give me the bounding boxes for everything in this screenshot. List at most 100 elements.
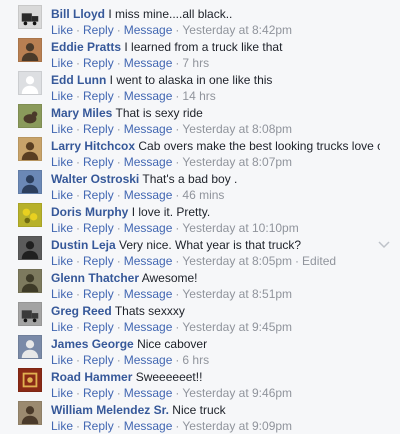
truck-photo-icon [21,13,39,26]
avatar[interactable] [18,38,42,62]
person-photo-icon [21,340,39,358]
reply-link[interactable]: Reply [83,386,114,400]
comment-author-link[interactable]: James George [51,337,134,351]
timestamp-link[interactable]: Yesterday at 8:42pm [182,23,292,37]
comment-actions: Like · Reply · Message · Yesterday at 8:08pm [51,122,380,136]
like-link[interactable]: Like [51,188,73,202]
like-link[interactable]: Like [51,155,73,169]
reply-link[interactable]: Reply [83,254,114,268]
avatar[interactable] [18,401,42,425]
separator: · [116,221,121,235]
like-link[interactable]: Like [51,287,73,301]
avatar[interactable] [18,236,42,260]
comment-actions: Like · Reply · Message · 7 hrs [51,56,380,70]
like-link[interactable]: Like [51,89,73,103]
comment-author-link[interactable]: Edd Lunn [51,73,106,87]
separator: · [76,221,81,235]
comment-author-link[interactable]: Walter Ostroski [51,172,139,186]
timestamp-link[interactable]: Yesterday at 9:46pm [182,386,292,400]
avatar[interactable] [18,269,42,293]
comment-options-button[interactable] [377,237,391,251]
avatar[interactable] [18,104,42,128]
chevron-down-icon [378,241,390,249]
comment-author-link[interactable]: Bill Lloyd [51,7,105,21]
like-link[interactable]: Like [51,419,73,433]
edited-label[interactable]: Edited [302,254,336,268]
separator: · [175,122,180,136]
message-link[interactable]: Message [124,419,173,433]
like-link[interactable]: Like [51,353,73,367]
message-link[interactable]: Message [124,188,173,202]
timestamp-link[interactable]: Yesterday at 8:08pm [182,122,292,136]
comment-author-link[interactable]: Larry Hitchcox [51,139,135,153]
message-link[interactable]: Message [124,386,173,400]
avatar[interactable] [18,368,42,392]
like-link[interactable]: Like [51,386,73,400]
reply-link[interactable]: Reply [83,287,114,301]
reply-link[interactable]: Reply [83,23,114,37]
avatar[interactable] [18,5,42,29]
message-link[interactable]: Message [124,56,173,70]
comment-author-link[interactable]: Mary Miles [51,106,112,120]
message-link[interactable]: Message [124,353,173,367]
timestamp-link[interactable]: Yesterday at 9:45pm [182,320,292,334]
avatar[interactable] [18,137,42,161]
avatar[interactable] [18,170,42,194]
comment-author-link[interactable]: William Melendez Sr. [51,403,169,417]
comment-item: James George Nice cabover Like · Reply · Mess… [0,333,400,367]
avatar[interactable] [18,302,42,326]
like-link[interactable]: Like [51,254,73,268]
like-link[interactable]: Like [51,221,73,235]
like-link[interactable]: Like [51,23,73,37]
like-link[interactable]: Like [51,56,73,70]
message-link[interactable]: Message [124,23,173,37]
reply-link[interactable]: Reply [83,419,114,433]
logo-photo-icon [22,372,38,388]
reply-link[interactable]: Reply [83,122,114,136]
comment-author-link[interactable]: Greg Reed [51,304,112,318]
message-link[interactable]: Message [124,287,173,301]
comment-item: Mary Miles That is sexy ride Like · Reply · M… [0,102,400,136]
timestamp-link[interactable]: 14 hrs [182,89,215,103]
animal-photo-icon [23,111,38,124]
avatar[interactable] [18,203,42,227]
timestamp-link[interactable]: Yesterday at 8:51pm [182,287,292,301]
comment-text: Nice truck [172,403,226,417]
comment-author-link[interactable]: Dustin Leja [51,238,116,252]
message-link[interactable]: Message [124,221,173,235]
message-link[interactable]: Message [124,320,173,334]
comment-author-link[interactable]: Doris Murphy [51,205,128,219]
timestamp-link[interactable]: Yesterday at 8:07pm [182,155,292,169]
reply-link[interactable]: Reply [83,221,114,235]
message-link[interactable]: Message [124,89,173,103]
avatar[interactable] [18,335,42,359]
timestamp-link[interactable]: 46 mins [182,188,224,202]
comment-author-link[interactable]: Glenn Thatcher [51,271,139,285]
reply-link[interactable]: Reply [83,89,114,103]
like-link[interactable]: Like [51,320,73,334]
avatar[interactable] [18,71,42,95]
comment-item: Edd Lunn I went to alaska in one like th… [0,69,400,103]
timestamp-link[interactable]: Yesterday at 9:09pm [182,419,292,433]
like-link[interactable]: Like [51,122,73,136]
comment-item: William Melendez Sr. Nice truck Like · Repl… [0,399,400,433]
person-photo-icon [21,241,39,259]
message-link[interactable]: Message [124,155,173,169]
reply-link[interactable]: Reply [83,320,114,334]
timestamp-link[interactable]: 6 hrs [182,353,209,367]
message-link[interactable]: Message [124,122,173,136]
reply-link[interactable]: Reply [83,353,114,367]
separator: · [175,56,180,70]
comment-author-link[interactable]: Road Hammer [51,370,132,384]
reply-link[interactable]: Reply [83,155,114,169]
comment-author-link[interactable]: Eddie Pratts [51,40,121,54]
timestamp-link[interactable]: Yesterday at 10:10pm [182,221,298,235]
message-link[interactable]: Message [124,254,173,268]
separator: · [175,155,180,169]
timestamp-link[interactable]: 7 hrs [182,56,209,70]
reply-link[interactable]: Reply [83,56,114,70]
separator: · [76,188,81,202]
timestamp-link[interactable]: Yesterday at 8:05pm [182,254,292,268]
comment-body: Larry Hitchcox Cab overs make the best l… [51,139,380,154]
reply-link[interactable]: Reply [83,188,114,202]
